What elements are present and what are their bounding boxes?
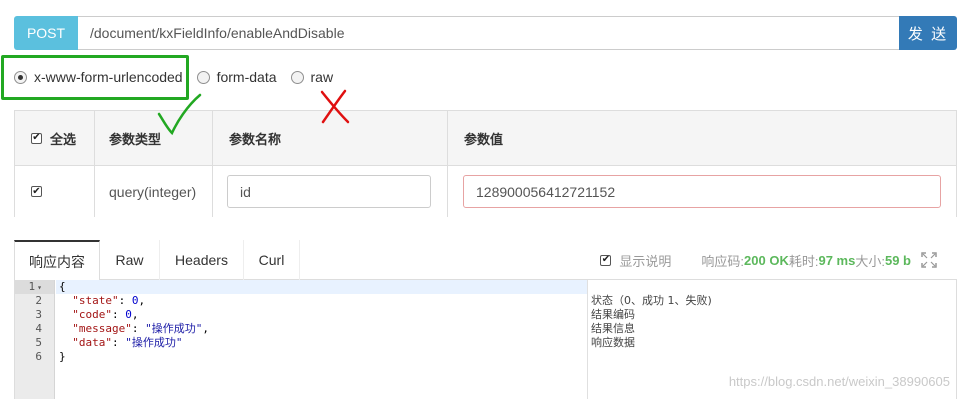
json-key: "state": [72, 294, 119, 307]
code-line: }: [59, 350, 66, 363]
json-key: "data": [72, 336, 112, 349]
params-header-row: ✔ 全选 参数类型 参数名称 参数值: [15, 111, 956, 166]
json-value: "操作成功": [145, 322, 203, 335]
field-description: 结果信息: [591, 322, 635, 335]
code-line: {: [56, 280, 587, 294]
line-number: 1 ▾: [15, 280, 54, 294]
field-description: 结果编码: [591, 308, 635, 321]
field-description: 响应数据: [591, 336, 635, 349]
radio-raw-label: raw: [310, 69, 334, 85]
show-desc-label: 显示说明: [619, 253, 672, 269]
tab-curl[interactable]: Curl: [244, 240, 300, 280]
param-value-header: 参数值: [464, 131, 504, 147]
size-value: 59 b: [884, 252, 911, 268]
response-tabs: 响应内容 Raw Headers Curl ✔ 显示说明 响应码: 200 OK…: [14, 240, 957, 281]
code-line: "message": "操作成功",: [72, 322, 209, 335]
send-button[interactable]: 发 送: [899, 16, 957, 50]
json-key: "message": [72, 322, 132, 335]
radio-raw-dot[interactable]: [290, 70, 304, 84]
radio-form-data[interactable]: form-data: [196, 69, 277, 85]
select-all-checkbox[interactable]: ✔: [31, 132, 42, 144]
json-key: "code": [72, 308, 112, 321]
tab-response-content[interactable]: 响应内容: [14, 240, 100, 281]
param-value-input[interactable]: 128900056412721152: [463, 175, 941, 208]
method-button[interactable]: POST: [14, 16, 78, 50]
fold-icon[interactable]: ▾: [37, 283, 42, 292]
row-param-type: query(integer): [95, 166, 213, 217]
url-input[interactable]: /document/kxFieldInfo/enableAndDisable: [78, 16, 899, 50]
json-value: 0: [125, 308, 132, 321]
time-value: 97 ms: [818, 252, 856, 268]
tab-raw[interactable]: Raw: [100, 240, 160, 280]
field-description: [588, 350, 957, 364]
fullscreen-icon[interactable]: [921, 252, 937, 268]
json-value: "操作成功": [125, 336, 183, 349]
json-value: 0: [131, 294, 139, 307]
field-description: 状态（0、成功 1、失败): [591, 294, 712, 307]
row-name-cell: id: [213, 166, 448, 217]
params-table: ✔ 全选 参数类型 参数名称 参数值 ✔ query(integer) id 1…: [14, 110, 957, 217]
radio-form-data-label: form-data: [216, 69, 277, 85]
size-label: 大小:: [855, 253, 885, 269]
param-name-header: 参数名称: [213, 111, 448, 165]
row-select-cell: ✔: [15, 166, 95, 217]
response-editor[interactable]: 1 ▾ 2 3 4 5 6 { "state": 0, "code": 0, "m…: [14, 280, 957, 399]
code-line: "data": "操作成功": [72, 336, 183, 349]
line-gutter: 1 ▾ 2 3 4 5 6: [15, 280, 55, 399]
table-row: ✔ query(integer) id 128900056412721152: [15, 166, 956, 217]
code-line: "code": 0,: [72, 308, 139, 321]
param-type-header: 参数类型: [95, 111, 213, 165]
line-number: 2: [35, 294, 42, 307]
request-bar: POST /document/kxFieldInfo/enableAndDisa…: [14, 16, 957, 50]
tab-headers[interactable]: Headers: [160, 240, 244, 280]
radio-raw[interactable]: raw: [290, 69, 334, 85]
select-all-header[interactable]: ✔ 全选: [15, 111, 95, 165]
annotation-green-box: [1, 55, 189, 100]
line-number: 6: [35, 350, 42, 363]
line-number: 4: [35, 322, 42, 335]
radio-form-data-dot[interactable]: [196, 70, 210, 84]
code-area[interactable]: { "state": 0, "code": 0, "message": "操作成…: [56, 280, 587, 399]
status-code-label: 响应码:: [701, 253, 745, 269]
time-label: 耗时:: [788, 253, 819, 269]
line-number: 3: [35, 308, 42, 321]
line-number: 5: [35, 336, 42, 349]
select-all-label: 全选: [50, 131, 77, 147]
row-value-cell: 128900056412721152: [448, 166, 956, 217]
watermark: https://blog.csdn.net/weixin_38990605: [728, 374, 950, 389]
row-checkbox[interactable]: ✔: [31, 186, 42, 197]
response-info: ✔ 显示说明 响应码: 200 OK 耗时: 97 ms 大小: 59 b: [600, 240, 937, 280]
field-description: [588, 280, 957, 294]
code-line: "state": 0,: [72, 294, 146, 307]
param-name-input[interactable]: id: [227, 175, 431, 208]
show-desc-checkbox[interactable]: ✔: [600, 254, 612, 266]
status-code-value: 200 OK: [744, 252, 789, 268]
